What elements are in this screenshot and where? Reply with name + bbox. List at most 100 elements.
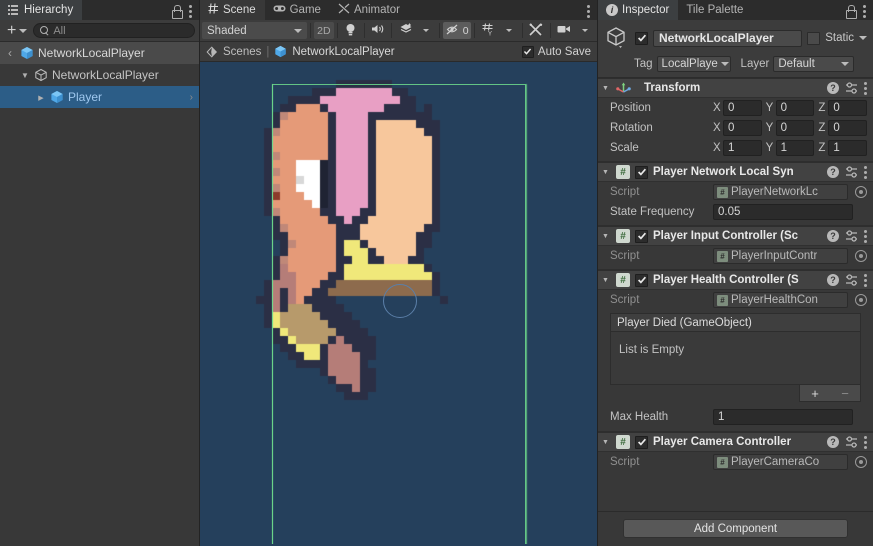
preset-icon[interactable] bbox=[845, 436, 858, 448]
chevron-right-icon[interactable]: › bbox=[190, 92, 195, 103]
scale-x-input[interactable]: 1 bbox=[723, 140, 762, 156]
hierarchy-row-label: NetworkLocalPlayer bbox=[52, 68, 159, 82]
auto-save-toggle[interactable]: Auto Save bbox=[521, 45, 591, 58]
property-label: Position bbox=[610, 102, 651, 114]
object-picker-icon[interactable] bbox=[855, 456, 867, 468]
component-enabled-checkbox[interactable] bbox=[635, 229, 648, 243]
add-event-button[interactable]: + bbox=[811, 386, 819, 401]
lock-icon[interactable] bbox=[171, 5, 183, 19]
add-gameobject-button[interactable]: + bbox=[4, 22, 30, 39]
tab-game[interactable]: Game bbox=[265, 0, 330, 20]
position-x-input[interactable]: 0 bbox=[723, 100, 762, 116]
toggle-audio-button[interactable] bbox=[368, 22, 389, 39]
scene-viewport[interactable] bbox=[200, 62, 597, 546]
scale-y-input[interactable]: 1 bbox=[775, 140, 815, 156]
tab-tile-palette[interactable]: Tile Palette bbox=[678, 0, 752, 20]
scene-camera-button[interactable] bbox=[553, 22, 575, 39]
grid-dropdown-button[interactable] bbox=[499, 22, 519, 39]
preset-icon[interactable] bbox=[845, 166, 858, 178]
tab-animator[interactable]: Animator bbox=[330, 0, 409, 20]
scene-menu-icon[interactable] bbox=[587, 5, 590, 18]
scene-tools-button[interactable] bbox=[526, 22, 547, 39]
foldout-icon[interactable] bbox=[602, 232, 611, 241]
script-object-field[interactable]: # PlayerCameraCo bbox=[713, 454, 848, 470]
state-frequency-input[interactable]: 0.05 bbox=[713, 204, 853, 220]
rotation-y-input[interactable]: 0 bbox=[775, 120, 815, 136]
component-header-player-input-controller[interactable]: # Player Input Controller (Sc ? bbox=[598, 226, 873, 246]
add-component-button[interactable]: Add Component bbox=[623, 519, 848, 538]
help-icon[interactable]: ? bbox=[827, 274, 839, 286]
remove-event-button[interactable]: − bbox=[841, 386, 849, 401]
grid-snapping-button[interactable]: Y bbox=[478, 22, 499, 39]
inspector-menu-icon[interactable] bbox=[863, 5, 866, 18]
object-picker-icon[interactable] bbox=[855, 294, 867, 306]
foldout-icon[interactable] bbox=[602, 168, 611, 177]
gameobject-name-input[interactable]: NetworkLocalPlayer bbox=[653, 29, 803, 47]
effects-dropdown-button[interactable] bbox=[416, 22, 436, 39]
component-menu-icon[interactable] bbox=[864, 273, 867, 287]
axis-y-label: Y bbox=[765, 122, 774, 134]
layer-dropdown[interactable]: Default bbox=[773, 56, 855, 72]
scene-breadcrumb-name[interactable]: NetworkLocalPlayer bbox=[292, 46, 394, 58]
component-header-player-camera-controller[interactable]: # Player Camera Controller ? bbox=[598, 432, 873, 452]
scale-z-input[interactable]: 1 bbox=[828, 140, 868, 156]
script-object-field[interactable]: # PlayerNetworkLc bbox=[713, 184, 848, 200]
position-z-input[interactable]: 0 bbox=[828, 100, 868, 116]
shading-mode-dropdown[interactable]: Shaded bbox=[202, 22, 307, 39]
component-menu-icon[interactable] bbox=[864, 229, 867, 243]
script-object-field[interactable]: # PlayerHealthCon bbox=[713, 292, 848, 308]
component-header-player-health-controller[interactable]: # Player Health Controller (S ? bbox=[598, 270, 873, 290]
preset-icon[interactable] bbox=[845, 274, 858, 286]
help-icon[interactable]: ? bbox=[827, 82, 839, 94]
gameobject-enabled-checkbox[interactable] bbox=[635, 31, 648, 45]
component-menu-icon[interactable] bbox=[864, 165, 867, 179]
component-enabled-checkbox[interactable] bbox=[635, 165, 648, 179]
hierarchy-menu-icon[interactable] bbox=[189, 5, 192, 18]
rotation-z-input[interactable]: 0 bbox=[828, 120, 868, 136]
scene-breadcrumb-root[interactable]: Scenes bbox=[223, 46, 261, 58]
hierarchy-row-player[interactable]: Player › bbox=[0, 86, 199, 108]
static-dropdown-icon[interactable] bbox=[859, 36, 867, 40]
hierarchy-breadcrumb[interactable]: ‹ NetworkLocalPlayer bbox=[0, 42, 199, 64]
foldout-icon[interactable] bbox=[602, 276, 611, 285]
toggle-effects-button[interactable] bbox=[395, 22, 416, 39]
lock-icon[interactable] bbox=[845, 5, 857, 19]
preset-icon[interactable] bbox=[845, 82, 858, 94]
component-header-player-network-local-sync[interactable]: # Player Network Local Syn ? bbox=[598, 162, 873, 182]
prefab-outline-icon bbox=[34, 68, 48, 82]
help-icon[interactable]: ? bbox=[827, 166, 839, 178]
object-picker-icon[interactable] bbox=[855, 250, 867, 262]
help-icon[interactable]: ? bbox=[827, 436, 839, 448]
component-menu-icon[interactable] bbox=[864, 81, 867, 95]
twisty-down-icon[interactable] bbox=[20, 71, 30, 80]
component-menu-icon[interactable] bbox=[864, 435, 867, 449]
hierarchy-row-networklocalplayer[interactable]: NetworkLocalPlayer bbox=[0, 64, 199, 86]
foldout-icon[interactable] bbox=[602, 438, 611, 447]
help-icon[interactable]: ? bbox=[827, 230, 839, 242]
auto-save-checkbox[interactable] bbox=[521, 45, 534, 58]
tag-dropdown[interactable]: LocalPlaye bbox=[656, 56, 731, 72]
tab-scene[interactable]: Scene bbox=[200, 0, 265, 20]
toggle-2d-button[interactable]: 2D bbox=[313, 22, 334, 39]
hierarchy-search-input[interactable]: All bbox=[33, 23, 195, 38]
axis-z-label: Z bbox=[818, 122, 826, 134]
tab-hierarchy[interactable]: Hierarchy bbox=[0, 0, 83, 20]
object-picker-icon[interactable] bbox=[855, 186, 867, 198]
max-health-input[interactable]: 1 bbox=[713, 409, 853, 425]
component-header-transform[interactable]: Transform ? bbox=[598, 78, 873, 98]
hierarchy-empty-area[interactable] bbox=[0, 108, 199, 546]
twisty-right-icon[interactable] bbox=[36, 93, 46, 102]
rotation-x-input[interactable]: 0 bbox=[723, 120, 762, 136]
foldout-icon[interactable] bbox=[602, 84, 611, 93]
position-y-input[interactable]: 0 bbox=[775, 100, 815, 116]
back-arrow-icon[interactable]: ‹ bbox=[4, 46, 16, 60]
toggle-lighting-button[interactable] bbox=[341, 22, 361, 39]
toggle-hidden-objects-button[interactable]: 0 bbox=[442, 22, 472, 39]
preset-icon[interactable] bbox=[845, 230, 858, 242]
component-enabled-checkbox[interactable] bbox=[635, 435, 648, 449]
camera-dropdown-button[interactable] bbox=[575, 22, 595, 39]
tab-inspector[interactable]: i Inspector bbox=[598, 0, 679, 20]
script-object-field[interactable]: # PlayerInputContr bbox=[713, 248, 848, 264]
component-enabled-checkbox[interactable] bbox=[635, 273, 648, 287]
static-checkbox[interactable] bbox=[807, 31, 821, 45]
